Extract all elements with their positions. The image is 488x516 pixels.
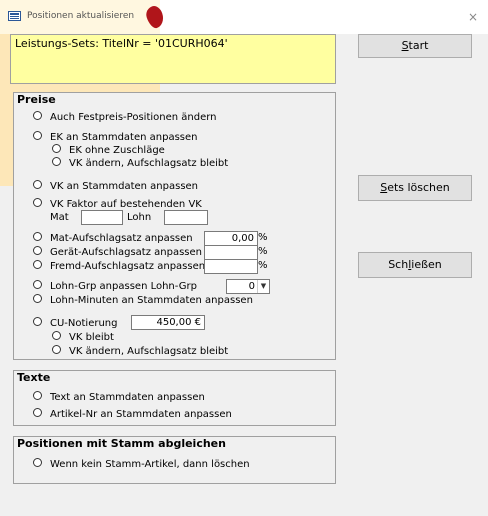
- radio-icon[interactable]: [52, 331, 61, 340]
- option-festpreis[interactable]: Auch Festpreis-Positionen ändern: [33, 111, 217, 123]
- sets-label: ets löschen: [387, 181, 450, 194]
- option-fremd-aufschlag[interactable]: Fremd-Aufschlagsatz anpassen: [33, 260, 205, 272]
- option-mat-aufschlag[interactable]: Mat-Aufschlagsatz anpassen: [33, 232, 193, 244]
- radio-icon[interactable]: [33, 408, 42, 417]
- option-loeschen[interactable]: Wenn kein Stamm-Artikel, dann löschen: [33, 458, 250, 470]
- mat-label: Mat: [50, 212, 69, 223]
- option-vk-aendern[interactable]: VK ändern, Aufschlagsatz bleibt: [52, 345, 228, 357]
- mat-faktor-input[interactable]: [81, 210, 123, 225]
- geraet-aufschlag-input[interactable]: [204, 245, 258, 260]
- schliessen-button[interactable]: Schließen: [358, 252, 472, 278]
- schliessen-pre: Sch: [388, 258, 409, 271]
- radio-icon[interactable]: [52, 144, 61, 153]
- chevron-down-icon[interactable]: ▼: [257, 280, 269, 293]
- lohn-grp-combo[interactable]: 0 ▼: [226, 279, 270, 294]
- radio-icon[interactable]: [33, 391, 42, 400]
- option-ek-ohne[interactable]: EK ohne Zuschläge: [52, 144, 165, 156]
- radio-icon[interactable]: [33, 294, 42, 303]
- geraet-percent: %: [258, 246, 268, 257]
- radio-icon[interactable]: [33, 131, 42, 140]
- close-icon[interactable]: ×: [468, 10, 478, 24]
- texte-title: Texte: [17, 371, 51, 384]
- sets-loeschen-button[interactable]: Sets löschen: [358, 175, 472, 201]
- option-vk-aendern-bleibt[interactable]: VK ändern, Aufschlagsatz bleibt: [52, 157, 228, 169]
- radio-icon[interactable]: [33, 260, 42, 269]
- option-geraet-aufschlag[interactable]: Gerät-Aufschlagsatz anpassen: [33, 246, 202, 258]
- option-ek-stamm[interactable]: EK an Stammdaten anpassen: [33, 131, 198, 143]
- abgleich-title: Positionen mit Stamm abgleichen: [17, 437, 226, 450]
- radio-icon[interactable]: [33, 198, 42, 207]
- fremd-aufschlag-input[interactable]: [204, 259, 258, 274]
- radio-icon[interactable]: [33, 232, 42, 241]
- cu-notierung-input[interactable]: 450,00 €: [131, 315, 205, 330]
- radio-icon[interactable]: [33, 458, 42, 467]
- start-label: tart: [408, 39, 429, 52]
- option-vk-bleibt[interactable]: VK bleibt: [52, 331, 114, 343]
- lohn-label: Lohn: [127, 212, 152, 223]
- info-text: Leistungs-Sets: TitelNr = '01CURH064': [15, 37, 228, 50]
- form-icon: [8, 11, 21, 21]
- lohn-grp-value: 0: [248, 281, 255, 292]
- radio-icon[interactable]: [33, 180, 42, 189]
- option-lohn-grp[interactable]: Lohn-Grp anpassen Lohn-Grp: [33, 280, 197, 292]
- window-title: Positionen aktualisieren: [27, 11, 135, 21]
- info-textbox: Leistungs-Sets: TitelNr = '01CURH064': [10, 34, 336, 84]
- option-artikel-nr[interactable]: Artikel-Nr an Stammdaten anpassen: [33, 408, 232, 420]
- fremd-percent: %: [258, 260, 268, 271]
- radio-icon[interactable]: [33, 246, 42, 255]
- radio-icon[interactable]: [33, 280, 42, 289]
- schliessen-label: ießen: [411, 258, 442, 271]
- option-vk-stamm[interactable]: VK an Stammdaten anpassen: [33, 180, 198, 192]
- radio-icon[interactable]: [33, 111, 42, 120]
- option-text-stamm[interactable]: Text an Stammdaten anpassen: [33, 391, 205, 403]
- radio-icon[interactable]: [52, 345, 61, 354]
- start-accel: S: [401, 39, 409, 52]
- start-button[interactable]: Start: [358, 34, 472, 58]
- preise-title: Preise: [17, 93, 56, 106]
- mat-aufschlag-input[interactable]: 0,00: [204, 231, 258, 246]
- mat-percent: %: [258, 232, 268, 243]
- radio-icon[interactable]: [52, 157, 61, 166]
- option-vk-faktor[interactable]: VK Faktor auf bestehenden VK: [33, 198, 202, 210]
- lohn-faktor-input[interactable]: [164, 210, 208, 225]
- option-cu-notierung[interactable]: CU-Notierung: [33, 317, 118, 329]
- radio-icon[interactable]: [33, 317, 42, 326]
- side-highlight: [0, 34, 10, 186]
- option-lohn-minuten[interactable]: Lohn-Minuten an Stammdaten anpassen: [33, 294, 253, 306]
